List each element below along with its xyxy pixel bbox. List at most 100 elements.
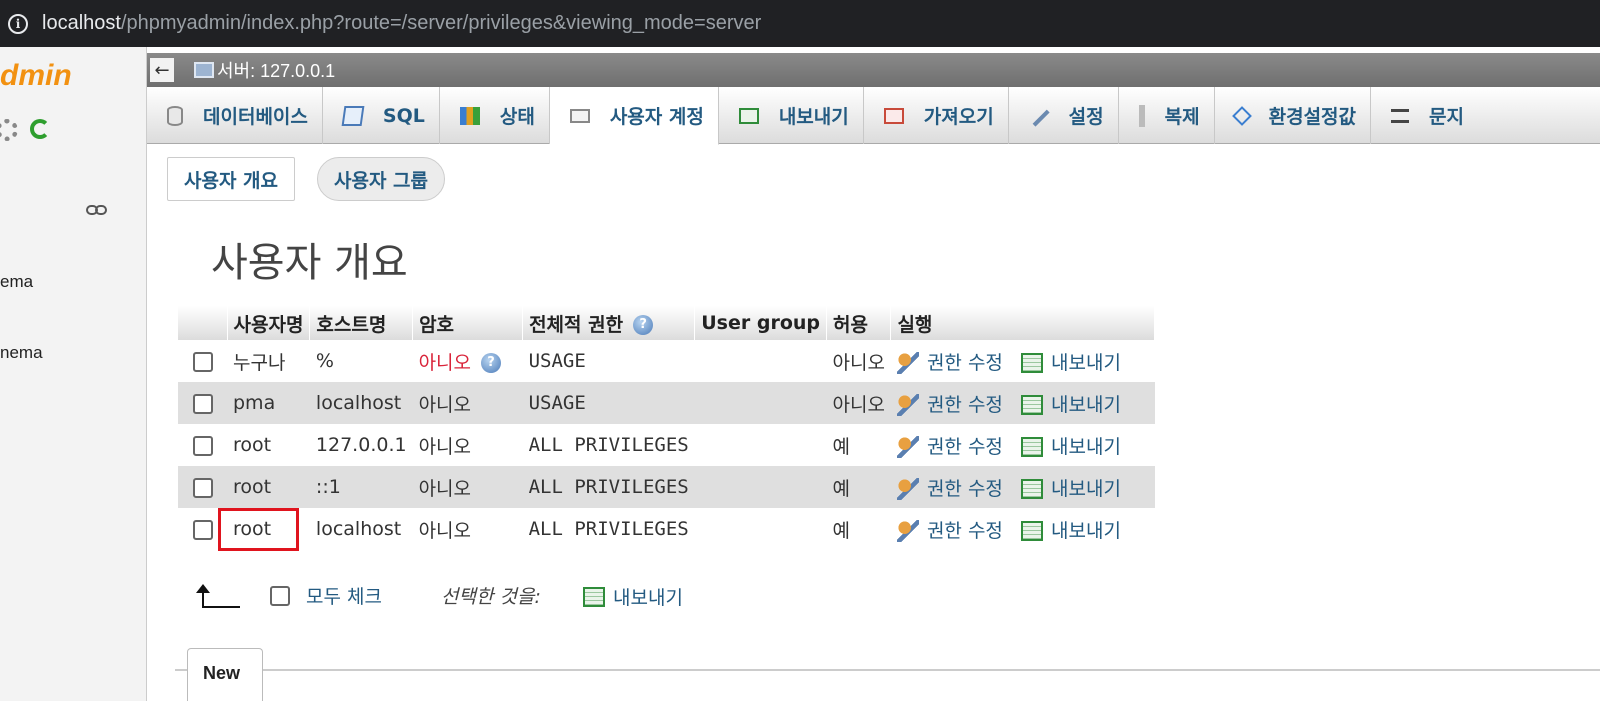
edit-privileges-icon — [896, 478, 919, 500]
edit-privileges-icon — [896, 394, 919, 416]
cell-host: localhost — [309, 382, 413, 424]
nav-db-item[interactable]: ema — [0, 272, 33, 292]
cell-user-group — [694, 340, 827, 382]
divider — [263, 669, 1600, 671]
export-selected-button[interactable]: 내보내기 — [583, 583, 683, 610]
header-host[interactable]: 호스트명 — [309, 306, 414, 340]
navigation-panel: dmin ema nema — [0, 47, 147, 701]
cell-user-group — [694, 466, 827, 508]
export-link[interactable]: 내보내기 — [1021, 436, 1121, 458]
cell-host: % — [309, 340, 413, 382]
variables-icon — [1231, 105, 1252, 126]
table-row: 누구나 % 아니오? USAGE 아니오 권한 수정 내보내기 — [178, 340, 1155, 382]
tab-import[interactable]: 가져오기 — [864, 87, 1009, 144]
header-username[interactable]: 사용자명 — [227, 306, 311, 340]
export-icon — [738, 107, 759, 124]
cell-user-group — [694, 424, 827, 466]
row-checkbox[interactable] — [192, 351, 213, 372]
edit-privileges-link[interactable]: 권한 수정 — [896, 520, 1003, 542]
cell-username[interactable]: root — [227, 466, 310, 508]
check-all-label[interactable]: 모두 체크 — [306, 582, 382, 609]
row-checkbox[interactable] — [192, 393, 213, 414]
tab-sql[interactable]: SQL — [323, 87, 440, 144]
export-link[interactable]: 내보내기 — [1021, 478, 1121, 500]
new-tab[interactable]: New — [187, 648, 263, 701]
export-icon — [1021, 395, 1044, 415]
cell-actions: 권한 수정 내보내기 — [890, 424, 1155, 466]
gear-icon[interactable] — [0, 119, 18, 141]
breadcrumb-server[interactable]: 서버: 127.0.0.1 — [217, 57, 335, 83]
table-row: root localhost 아니오 ALL PRIVILEGES 예 권한 수… — [178, 508, 1155, 550]
edit-privileges-link[interactable]: 권한 수정 — [896, 436, 1003, 458]
divider — [175, 669, 187, 671]
status-icon — [459, 106, 480, 125]
check-all-checkbox[interactable] — [270, 586, 290, 606]
header-grant[interactable]: 허용 — [826, 306, 892, 340]
cell-password: 아니오 — [412, 466, 523, 508]
edit-privileges-link[interactable]: 권한 수정 — [896, 394, 1003, 416]
tab-status[interactable]: 상태 — [440, 87, 550, 144]
cell-username[interactable]: pma — [227, 382, 310, 424]
tab-variables[interactable]: 환경설정값 — [1215, 87, 1372, 144]
table-row: pma localhost 아니오 USAGE 아니오 권한 수정 내보내기 — [178, 382, 1155, 424]
tab-settings[interactable]: 설정 — [1009, 87, 1119, 144]
logo[interactable]: dmin — [0, 59, 72, 93]
import-icon — [883, 107, 904, 124]
user-accounts-table: 사용자명 호스트명 암호 전체적 권한? User group 허용 실행 누구… — [178, 306, 1156, 550]
cell-grant: 아니오 — [826, 382, 891, 424]
address-bar[interactable]: i localhost/phpmyadmin/index.php?route=/… — [0, 0, 1600, 47]
url-host: localhost — [42, 12, 121, 34]
tab-databases[interactable]: 데이터베이스 — [147, 87, 323, 144]
subtab-user-groups[interactable]: 사용자 그룹 — [317, 157, 446, 201]
cell-password: 아니오? — [412, 340, 523, 382]
help-icon[interactable]: ? — [633, 315, 654, 335]
cell-password: 아니오 — [412, 424, 523, 466]
cell-grant: 예 — [826, 424, 891, 466]
cell-user-group — [694, 382, 827, 424]
cell-password: 아니오 — [412, 508, 523, 550]
wrench-icon — [1028, 104, 1050, 127]
tab-charsets[interactable]: 문지 — [1371, 87, 1478, 144]
cell-privileges: USAGE — [522, 382, 695, 424]
table-row: root 127.0.0.1 아니오 ALL PRIVILEGES 예 권한 수… — [178, 424, 1155, 466]
charsets-icon — [1391, 108, 1410, 123]
edit-privileges-link[interactable]: 권한 수정 — [896, 352, 1003, 374]
tab-replication[interactable]: 복제 — [1119, 87, 1215, 144]
cell-password: 아니오 — [412, 382, 523, 424]
top-menu: 데이터베이스 SQL 상태 사용자 계정 내보내기 가져오기 설정 복제 환경설… — [147, 87, 1600, 145]
export-link[interactable]: 내보내기 — [1021, 352, 1121, 374]
server-icon — [194, 62, 214, 78]
nav-db-item[interactable]: nema — [0, 343, 43, 363]
tab-export[interactable]: 내보내기 — [719, 87, 864, 144]
export-link[interactable]: 내보내기 — [1021, 394, 1121, 416]
url-path: /phpmyadmin/index.php?route=/server/priv… — [120, 12, 762, 34]
export-icon — [1021, 353, 1044, 373]
help-icon[interactable]: ? — [481, 353, 502, 373]
header-user-group[interactable]: User group — [694, 306, 827, 340]
reload-icon[interactable] — [30, 119, 50, 139]
collapse-arrow-icon[interactable]: ← — [150, 58, 174, 82]
link-icon[interactable] — [86, 205, 108, 215]
cell-actions: 권한 수정 내보내기 — [890, 466, 1155, 508]
row-checkbox[interactable] — [192, 477, 213, 498]
export-icon — [583, 586, 605, 607]
cell-username[interactable]: root — [227, 424, 310, 466]
users-icon — [569, 108, 590, 123]
cell-user-group — [694, 508, 827, 550]
cell-host: localhost — [309, 508, 413, 550]
cell-privileges: ALL PRIVILEGES — [522, 508, 695, 550]
row-checkbox[interactable] — [192, 435, 213, 456]
cell-actions: 권한 수정 내보내기 — [890, 340, 1155, 382]
export-link[interactable]: 내보내기 — [1021, 520, 1121, 542]
subtab-user-overview[interactable]: 사용자 개요 — [167, 157, 296, 201]
cell-privileges: USAGE — [522, 340, 695, 382]
row-checkbox[interactable] — [192, 519, 213, 540]
cell-actions: 권한 수정 내보내기 — [890, 508, 1155, 550]
tab-user-accounts[interactable]: 사용자 계정 — [549, 87, 719, 145]
info-icon[interactable]: i — [8, 13, 28, 34]
url-text[interactable]: localhost/phpmyadmin/index.php?route=/se… — [42, 12, 761, 35]
cell-username[interactable]: 누구나 — [227, 340, 310, 382]
header-password[interactable]: 암호 — [412, 306, 524, 340]
cell-username[interactable]: root — [227, 508, 310, 550]
edit-privileges-link[interactable]: 권한 수정 — [896, 478, 1003, 500]
